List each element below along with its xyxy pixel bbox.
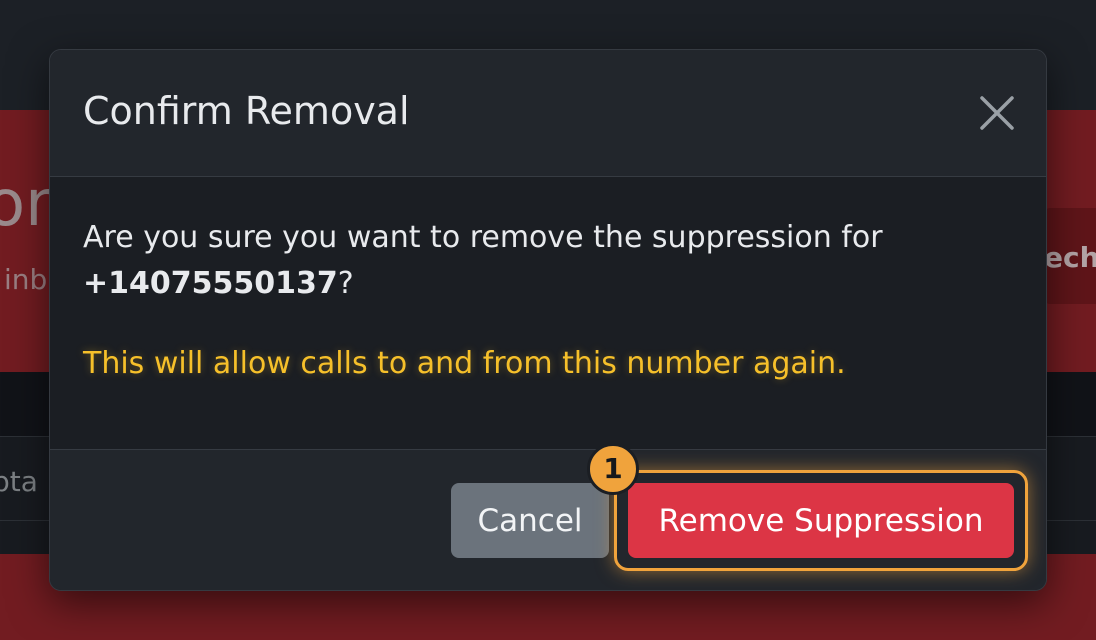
step-badge: 1: [587, 443, 639, 495]
modal-title: Confirm Removal: [83, 89, 410, 133]
remove-suppression-button[interactable]: Remove Suppression: [628, 483, 1014, 558]
modal-body: Are you sure you want to remove the supp…: [50, 177, 1046, 449]
warning-message: This will allow calls to and from this n…: [83, 346, 846, 381]
confirm-message-suffix: ?: [337, 266, 354, 301]
confirm-message: Are you sure you want to remove the supp…: [83, 215, 983, 307]
modal-footer: Cancel Remove Suppression 1: [50, 443, 1046, 590]
background-action-label: ech: [1044, 241, 1096, 274]
modal-header: Confirm Removal: [50, 50, 1046, 177]
close-button[interactable]: [976, 92, 1018, 134]
confirm-removal-dialog: Confirm Removal Are you sure you want to…: [49, 49, 1047, 591]
close-icon: [980, 96, 1014, 130]
confirm-message-prefix: Are you sure you want to remove the supp…: [83, 220, 883, 255]
background-page-subtitle: inb: [4, 263, 48, 296]
phone-number: +14075550137: [83, 266, 338, 301]
background-action-button: ech: [1044, 208, 1096, 304]
cancel-button[interactable]: Cancel: [451, 483, 609, 558]
background-row-text: pta: [0, 465, 38, 498]
